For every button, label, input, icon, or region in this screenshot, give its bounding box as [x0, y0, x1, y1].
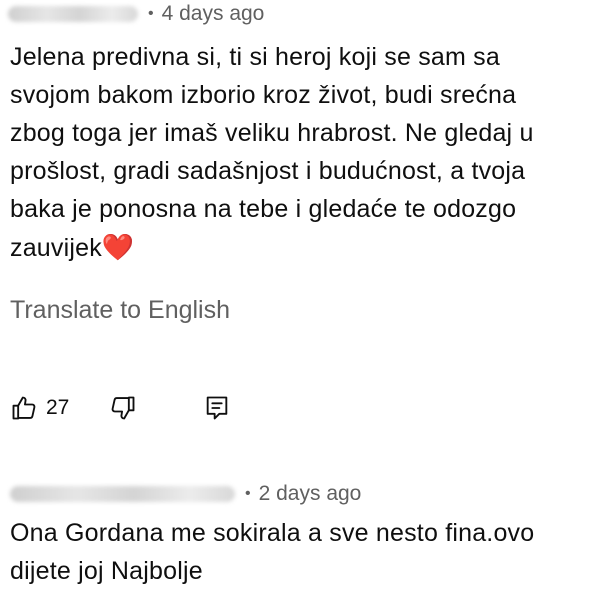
meta-separator: • [148, 5, 154, 22]
comment-meta: • 2 days ago [0, 480, 600, 508]
comment-line: svojom bakom izborio kroz život, budi sr… [10, 81, 517, 109]
comment-timestamp[interactable]: 2 days ago [259, 482, 362, 506]
comment-line: baka je ponosna na tebe i gledaće te odo… [10, 195, 517, 223]
comment-line: zbog toga jer imaš veliku hrabrost. Ne g… [10, 119, 534, 147]
comment-2: • 2 days ago Ona Gordana me sokirala a s… [0, 480, 600, 585]
blurred-author-name[interactable] [8, 6, 138, 22]
comment-body: Jelena predivna si, ti si heroj koji se … [10, 38, 595, 267]
heart-emoji-icon: ❤️ [101, 232, 135, 262]
comment-line-text: zauvijek [10, 234, 102, 262]
comment-actions: 27 [10, 390, 231, 426]
reply-button[interactable] [203, 394, 231, 422]
dislike-button[interactable] [109, 394, 137, 422]
blurred-author-name[interactable] [10, 486, 235, 502]
thumbs-up-icon [10, 394, 38, 422]
comment-line: prošlost, gradi sadašnjost i budućnost, … [10, 157, 526, 185]
reply-icon [203, 394, 231, 422]
like-count: 27 [46, 396, 70, 419]
translate-button[interactable]: Translate to English [10, 296, 230, 325]
comment-1: • 4 days ago Jelena predivna si, ti si h… [0, 0, 600, 262]
comment-line: Ona Gordana me sokirala a sve nesto fina… [10, 519, 535, 547]
comment-line: Jelena predivna si, ti si heroj koji se … [10, 43, 500, 71]
comment-line: dijete joj Najbolje [10, 557, 203, 585]
comment-line-last: zauvijek❤️ [10, 228, 595, 267]
like-button[interactable]: 27 [10, 394, 69, 422]
comment-meta: • 4 days ago [0, 0, 600, 28]
thumbs-down-icon [109, 394, 137, 422]
comment-timestamp[interactable]: 4 days ago [162, 2, 265, 26]
meta-separator: • [245, 485, 251, 502]
comment-body: Ona Gordana me sokirala a sve nesto fina… [10, 514, 595, 590]
